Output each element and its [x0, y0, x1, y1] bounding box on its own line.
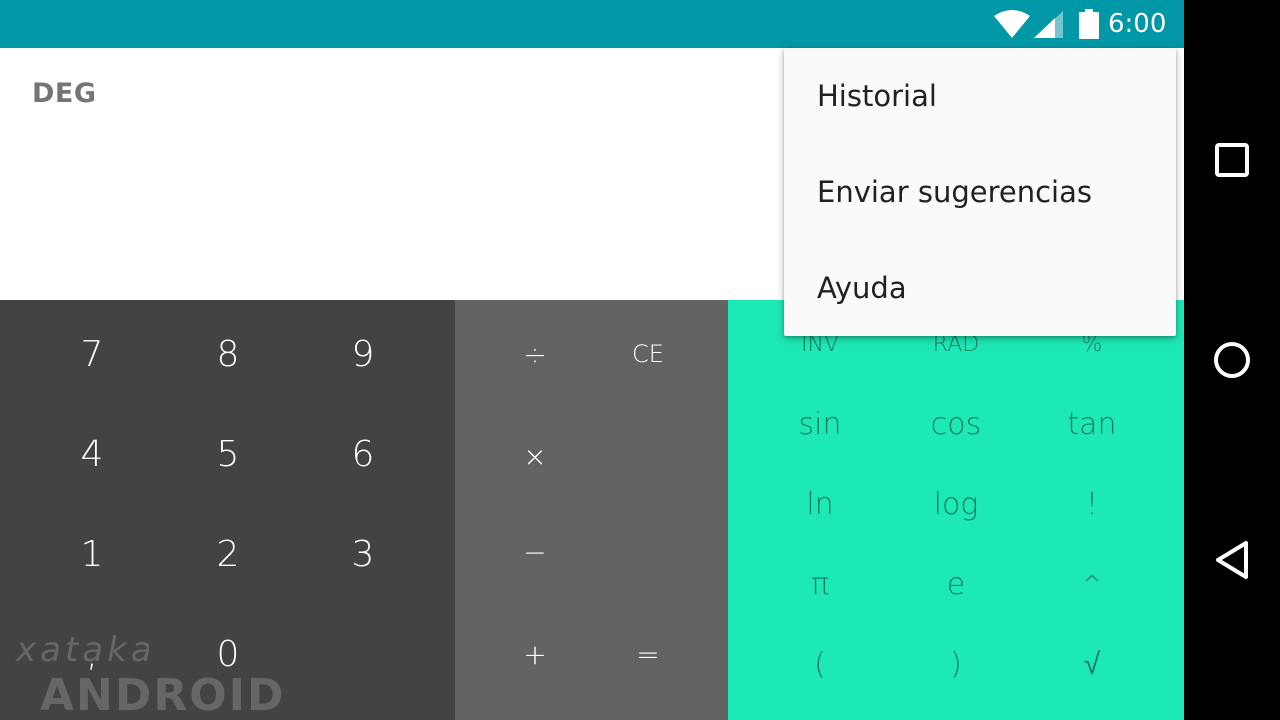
recents-icon	[1215, 143, 1249, 177]
cos-button[interactable]: cos	[891, 392, 1021, 456]
multiply-button[interactable]: ×	[480, 416, 590, 496]
digit-2-button[interactable]: 2	[168, 514, 288, 594]
ln-button[interactable]: ln	[755, 472, 885, 536]
log-button[interactable]: log	[891, 472, 1021, 536]
digit-7-button[interactable]: 7	[32, 314, 152, 394]
home-icon	[1214, 342, 1250, 378]
factorial-button[interactable]: !	[1027, 472, 1157, 536]
wifi-icon	[994, 10, 1030, 38]
pi-button[interactable]: π	[755, 552, 885, 616]
digit-3-button[interactable]: 3	[303, 514, 423, 594]
open-paren-button[interactable]: (	[755, 632, 885, 696]
back-icon	[1216, 541, 1248, 579]
sin-button[interactable]: sin	[755, 392, 885, 456]
digit-6-button[interactable]: 6	[303, 414, 423, 494]
digit-1-button[interactable]: 1	[32, 514, 152, 594]
minus-button[interactable]: −	[480, 512, 590, 592]
operator-pad: ÷ CE × − + =	[455, 300, 728, 720]
status-clock: 6:00	[1108, 9, 1167, 39]
xataka-android-watermark: xataka ANDROID	[16, 630, 286, 720]
close-paren-button[interactable]: )	[891, 632, 1021, 696]
digit-5-button[interactable]: 5	[168, 414, 288, 494]
clear-entry-button[interactable]: CE	[593, 314, 703, 394]
power-button[interactable]: ^	[1027, 552, 1157, 616]
menu-item-history[interactable]: Historial	[784, 48, 1176, 144]
digit-8-button[interactable]: 8	[168, 314, 288, 394]
plus-button[interactable]: +	[480, 614, 590, 694]
square-root-button[interactable]: √	[1027, 632, 1157, 696]
digit-9-button[interactable]: 9	[303, 314, 423, 394]
menu-item-send-feedback[interactable]: Enviar sugerencias	[784, 144, 1176, 240]
recents-button[interactable]	[1208, 136, 1256, 184]
angle-mode-indicator: DEG	[32, 78, 97, 109]
divide-button[interactable]: ÷	[480, 314, 590, 394]
menu-item-help[interactable]: Ayuda	[784, 240, 1176, 336]
overflow-menu: Historial Enviar sugerencias Ayuda	[784, 48, 1176, 336]
equals-button[interactable]: =	[593, 614, 703, 694]
signal-icon	[1034, 11, 1063, 38]
status-bar: 6:00	[0, 0, 1184, 48]
navigation-bar	[1184, 0, 1280, 720]
digit-4-button[interactable]: 4	[32, 414, 152, 494]
home-button[interactable]	[1208, 336, 1256, 384]
battery-icon	[1079, 9, 1099, 39]
euler-button[interactable]: e	[891, 552, 1021, 616]
back-button[interactable]	[1208, 536, 1256, 584]
tan-button[interactable]: tan	[1027, 392, 1157, 456]
calculator-app: 6:00 DEG 7 8 9 4 5 6 1 2 3 , 0 ÷ CE × − …	[0, 0, 1184, 720]
advanced-pad: INV RAD % sin cos tan ln log ! π e ^ ( )…	[728, 300, 1184, 720]
